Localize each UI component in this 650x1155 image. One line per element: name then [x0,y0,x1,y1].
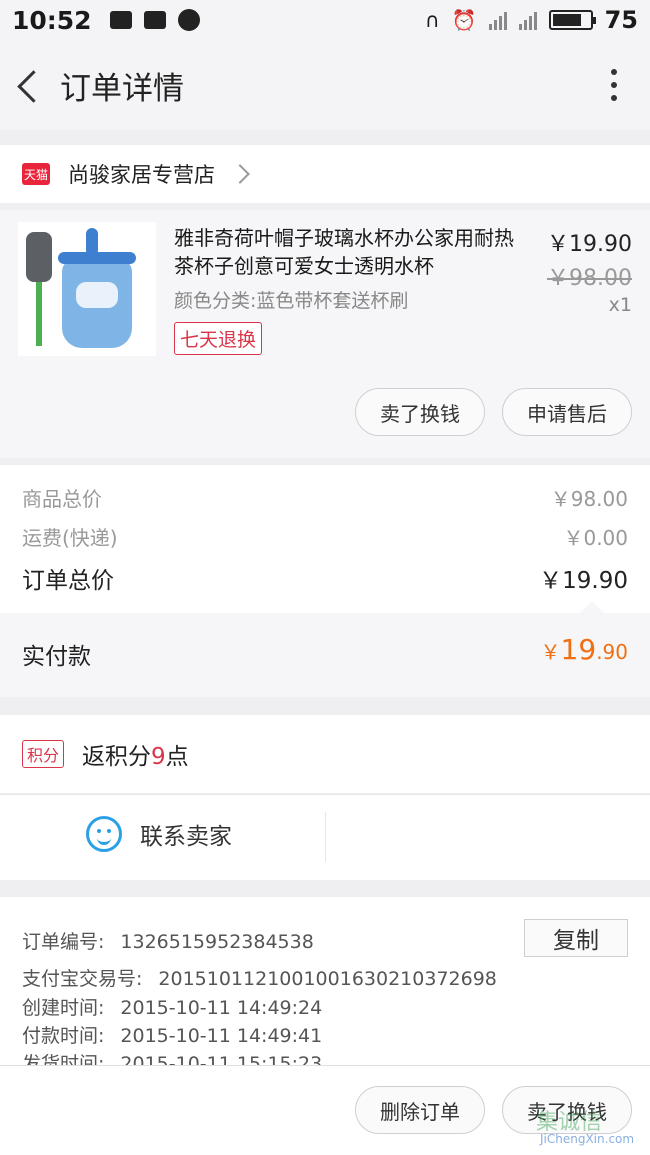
product-variant: 颜色分类:蓝色带杯套送杯刷 [174,290,409,312]
sell-for-cash-button[interactable]: 卖了换钱 [355,388,485,436]
cup-hat-shape [58,252,136,264]
actual-payment-row: 实付款 ￥19.90 [0,601,650,697]
product-price: ￥19.90 [547,232,632,257]
status-time: 10:52 [12,5,92,35]
after-sales-button[interactable]: 申请售后 [502,388,632,436]
created-time-row: 创建时间: 2015-10-11 14:49:24 [22,993,322,1020]
copy-button[interactable]: 复制 [524,919,628,957]
goods-total-value: ￥98.00 [550,487,628,511]
order-total-label: 订单总价 [22,568,114,594]
shipping-row: 运费(快递) ￥0.00 [22,522,628,551]
status-notification-icons [109,9,200,31]
cup-face-shape [76,282,118,308]
battery-level: 75 [604,6,638,34]
created-time-value: 2015-10-11 14:49:24 [120,997,323,1019]
status-bar: 10:52 ∩ ⏰ 75 [0,0,650,40]
divider-vertical [325,812,326,862]
back-icon[interactable] [14,65,44,105]
shop-name: 尚骏家居专营店 [68,163,215,187]
battery-icon [548,10,596,30]
image-notification-icon [109,11,132,29]
payment-integer: 19 [560,633,597,666]
chat-smile-icon [86,816,122,852]
delete-order-button[interactable]: 删除订单 [355,1086,485,1134]
goods-total-row: 商品总价 ￥98.00 [22,483,628,512]
app-notification-icon [177,9,200,31]
product-item[interactable]: 雅非奇荷叶帽子玻璃水杯办公家用耐热茶杯子创意可爱女士透明水杯 颜色分类:蓝色带杯… [0,210,650,458]
order-number-row: 订单编号: 1326515952384538 [22,927,314,954]
mail-notification-icon [143,11,166,29]
chevron-right-icon [230,164,250,184]
points-text: 返积分9点 [82,737,189,771]
alipay-trade-value: 2015101121001001630210372698 [158,968,497,990]
order-total-row: 订单总价 ￥19.90 [22,561,628,595]
header: 订单详情 [0,40,650,130]
created-time-label: 创建时间: [22,997,105,1019]
contact-seller-button[interactable]: 联系卖家 [86,816,232,852]
order-number-value: 1326515952384538 [120,931,314,953]
divider [0,794,650,795]
shop-row[interactable]: 天猫 尚骏家居专营店 [0,145,650,203]
payment-decimal: .90 [596,640,628,664]
alarm-icon: ⏰ [451,8,477,32]
order-info: 订单编号: 1326515952384538 复制 支付宝交易号: 20151011… [0,897,650,1067]
product-quantity: x1 [608,294,632,316]
headphone-icon: ∩ [425,8,440,32]
points-prefix: 返积分 [82,744,152,770]
points-row: 积分 返积分9点 [0,715,650,793]
paid-time-row: 付款时间: 2015-10-11 14:49:41 [22,1021,322,1048]
alipay-trade-label: 支付宝交易号: [22,968,143,990]
points-suffix: 点 [165,744,189,770]
goods-total-label: 商品总价 [22,487,102,511]
product-original-price: ￥98.00 [547,266,632,291]
actual-payment-amount: ￥19.90 [541,633,628,666]
signal-icon [488,10,507,30]
order-total-value: ￥19.90 [539,568,628,594]
page-title: 订单详情 [60,70,184,107]
alipay-trade-row: 支付宝交易号: 2015101121001001630210372698 [22,964,497,991]
actual-payment-label: 实付款 [22,644,91,670]
paid-time-label: 付款时间: [22,1025,105,1047]
points-number: 9 [151,744,166,770]
order-number-label: 订单编号: [22,931,105,953]
contact-seller-label: 联系卖家 [140,824,232,850]
paid-time-value: 2015-10-11 14:49:41 [120,1025,323,1047]
status-system-icons: ∩ ⏰ 75 [425,6,638,34]
tmall-icon: 天猫 [22,163,50,185]
watermark-url: JiChengXin.com [540,1132,635,1146]
caret-up-icon [580,601,604,613]
cup-brush-image [26,232,52,346]
signal-4g-icon [518,10,537,30]
shipping-value: ￥0.00 [563,526,628,550]
contact-bar: 联系卖家 [0,794,650,880]
shipping-label: 运费(快递) [22,526,118,550]
more-menu-icon[interactable] [604,65,624,105]
points-badge: 积分 [22,740,65,768]
price-summary: 商品总价 ￥98.00 运费(快递) ￥0.00 订单总价 ￥19.90 [0,465,650,613]
product-thumbnail[interactable] [18,222,156,356]
product-title[interactable]: 雅非奇荷叶帽子玻璃水杯办公家用耐热茶杯子创意可爱女士透明水杯 [174,224,524,280]
return-policy-badge: 七天退换 [174,322,263,355]
payment-currency: ￥ [540,640,561,664]
